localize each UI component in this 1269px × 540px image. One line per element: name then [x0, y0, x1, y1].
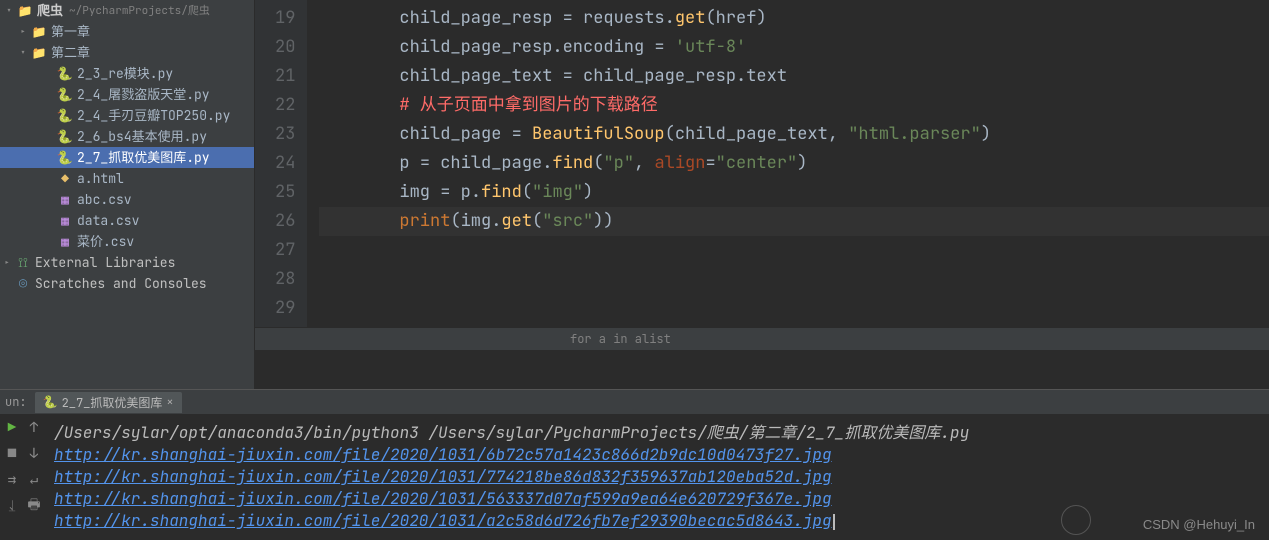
- folder-label: 第一章: [51, 22, 90, 42]
- libraries-icon: ⟟⟟: [14, 253, 32, 273]
- close-icon[interactable]: ×: [166, 394, 173, 410]
- line-number: 20: [275, 33, 295, 62]
- external-label: External Libraries: [35, 253, 175, 273]
- file-item[interactable]: ◆a.html: [0, 168, 254, 189]
- line-number: 23: [275, 120, 295, 149]
- line-number: 26: [275, 207, 295, 236]
- python-icon: 🐍: [56, 106, 74, 126]
- cursor-indicator: [1061, 505, 1091, 535]
- html-icon: ◆: [56, 169, 74, 189]
- scroll-icon[interactable]: ⥙: [4, 498, 20, 514]
- run-tab[interactable]: 🐍 2_7_抓取优美图库 ×: [35, 392, 182, 413]
- watermark: CSDN @Hehuyi_In: [1143, 517, 1255, 532]
- down-icon[interactable]: ↓: [26, 446, 42, 462]
- line-number: 25: [275, 178, 295, 207]
- output-url[interactable]: http://kr.shanghai-jiuxin.com/file/2020/…: [54, 444, 832, 465]
- file-name: 2_4_手刃豆瓣TOP250.py: [77, 106, 230, 126]
- print-icon[interactable]: 🖶: [26, 498, 42, 514]
- code-line[interactable]: [319, 236, 1269, 265]
- file-item[interactable]: ▦菜价.csv: [0, 231, 254, 252]
- file-name: abc.csv: [77, 190, 132, 210]
- folder-icon: [30, 43, 48, 63]
- project-tree[interactable]: ▾ 爬虫 ~/PycharmProjects/爬虫 ▸ 第一章 ▾ 第二章 🐍2…: [0, 0, 255, 389]
- csv-icon: ▦: [56, 211, 74, 231]
- line-number: 27: [275, 236, 295, 265]
- run-command: /Users/sylar/opt/anaconda3/bin/python3 /…: [54, 422, 1265, 444]
- code-line[interactable]: child_page_text = child_page_resp.text: [319, 62, 1269, 91]
- code-line[interactable]: [319, 265, 1269, 294]
- file-name: 2_7_抓取优美图库.py: [77, 148, 210, 168]
- code-line[interactable]: child_page_resp.encoding = 'utf-8': [319, 33, 1269, 62]
- root-hint: ~/PycharmProjects/爬虫: [69, 1, 210, 21]
- file-item[interactable]: 🐍2_4_手刃豆瓣TOP250.py: [0, 105, 254, 126]
- folder-icon: [16, 1, 34, 21]
- line-number: 28: [275, 265, 295, 294]
- code-line[interactable]: child_page = BeautifulSoup(child_page_te…: [319, 120, 1269, 149]
- file-name: 2_4_屠戮盗版天堂.py: [77, 85, 210, 105]
- code-content[interactable]: child_page_resp = requests.get(href)chil…: [307, 0, 1269, 327]
- file-name: a.html: [77, 169, 124, 189]
- breadcrumb[interactable]: for a in alist: [255, 327, 1269, 350]
- code-line[interactable]: [319, 294, 1269, 323]
- file-name: 2_6_bs4基本使用.py: [77, 127, 207, 147]
- external-libraries[interactable]: ▸ ⟟⟟ External Libraries: [0, 252, 254, 273]
- file-name: 菜价.csv: [77, 232, 134, 252]
- code-line[interactable]: p = child_page.find("p", align="center"): [319, 149, 1269, 178]
- project-root[interactable]: ▾ 爬虫 ~/PycharmProjects/爬虫: [0, 0, 254, 21]
- line-number: 22: [275, 91, 295, 120]
- python-icon: 🐍: [56, 64, 74, 84]
- run-label: un:: [5, 394, 27, 410]
- code-line[interactable]: img = p.find("img"): [319, 178, 1269, 207]
- line-number: 24: [275, 149, 295, 178]
- file-item[interactable]: 🐍2_7_抓取优美图库.py: [0, 147, 254, 168]
- code-editor[interactable]: 1920212223242526272829 child_page_resp =…: [255, 0, 1269, 389]
- breadcrumb-text: for a in alist: [570, 331, 671, 347]
- run-tab-name: 2_7_抓取优美图库: [62, 394, 163, 411]
- root-label: 爬虫: [37, 1, 63, 21]
- csv-icon: ▦: [56, 232, 74, 252]
- code-line[interactable]: # 从子页面中拿到图片的下载路径: [319, 91, 1269, 120]
- folder-icon: [30, 22, 48, 42]
- python-icon: 🐍: [43, 394, 58, 410]
- code-line[interactable]: child_page_resp = requests.get(href): [319, 4, 1269, 33]
- file-name: 2_3_re模块.py: [77, 64, 173, 84]
- csv-icon: ▦: [56, 190, 74, 210]
- file-name: data.csv: [77, 211, 139, 231]
- scratches-label: Scratches and Consoles: [35, 274, 207, 294]
- line-gutter: 1920212223242526272829: [255, 0, 307, 327]
- output-url[interactable]: http://kr.shanghai-jiuxin.com/file/2020/…: [54, 510, 835, 531]
- folder-label: 第二章: [51, 43, 90, 63]
- line-number: 29: [275, 294, 295, 323]
- output-url[interactable]: http://kr.shanghai-jiuxin.com/file/2020/…: [54, 466, 832, 487]
- python-icon: 🐍: [56, 127, 74, 147]
- python-icon: 🐍: [56, 85, 74, 105]
- layout-icon[interactable]: ⇉: [4, 472, 20, 488]
- file-item[interactable]: 🐍2_3_re模块.py: [0, 63, 254, 84]
- run-toolbar: ▶ ↑ ■ ↓ ⇉ ↵ ⥙ 🖶: [0, 414, 50, 540]
- folder-ch1[interactable]: ▸ 第一章: [0, 21, 254, 42]
- line-number: 19: [275, 4, 295, 33]
- python-icon: 🐍: [56, 148, 74, 168]
- scratches-icon: ◎: [14, 274, 32, 294]
- wrap-icon[interactable]: ↵: [26, 472, 42, 488]
- output-url[interactable]: http://kr.shanghai-jiuxin.com/file/2020/…: [54, 488, 832, 509]
- file-item[interactable]: 🐍2_6_bs4基本使用.py: [0, 126, 254, 147]
- run-header: un: 🐍 2_7_抓取优美图库 ×: [0, 390, 1269, 414]
- stop-icon[interactable]: ■: [4, 446, 20, 462]
- rerun-icon[interactable]: ▶: [4, 420, 20, 436]
- folder-ch2[interactable]: ▾ 第二章: [0, 42, 254, 63]
- line-number: 21: [275, 62, 295, 91]
- up-icon[interactable]: ↑: [26, 420, 42, 436]
- scratches-consoles[interactable]: ◎ Scratches and Consoles: [0, 273, 254, 294]
- file-item[interactable]: ▦data.csv: [0, 210, 254, 231]
- file-item[interactable]: ▦abc.csv: [0, 189, 254, 210]
- file-item[interactable]: 🐍2_4_屠戮盗版天堂.py: [0, 84, 254, 105]
- code-line[interactable]: print(img.get("src")): [319, 207, 1269, 236]
